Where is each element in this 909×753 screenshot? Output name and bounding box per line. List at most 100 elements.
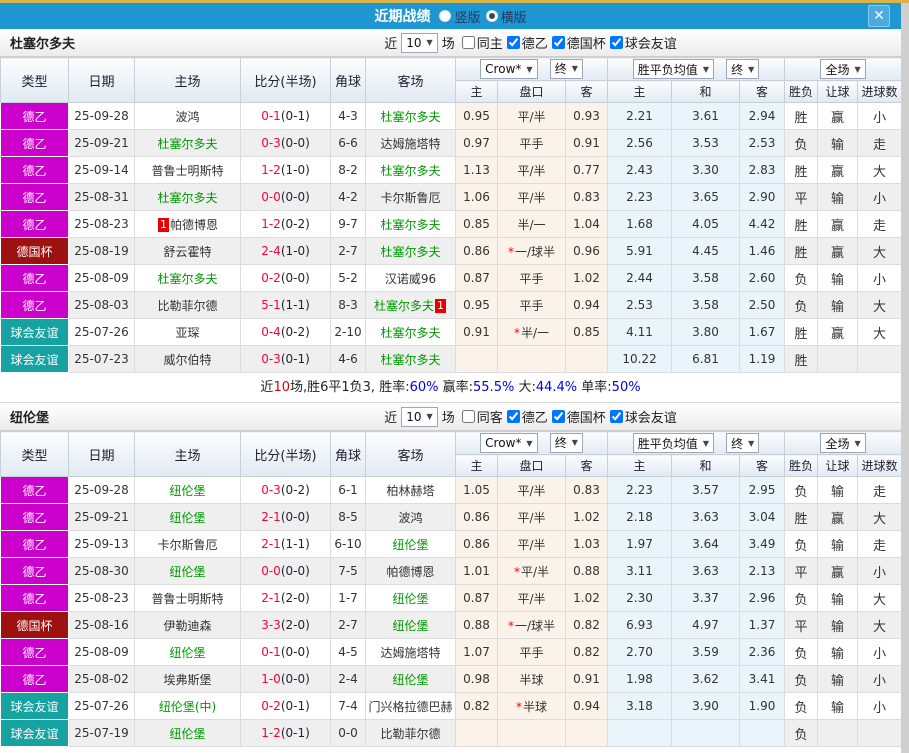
corner-cell: 4-3 [330,102,366,130]
home-odds: 0.86 [455,503,498,531]
avg-away-odds: 2.83 [739,156,786,184]
away-team-name: 杜塞尔多夫 [380,325,441,340]
close-icon[interactable]: ✕ [868,5,890,27]
summary-segment: 44.4% [535,380,578,395]
league-checkbox[interactable] [551,410,565,423]
away-odds: 0.91 [564,129,609,157]
avg-final-select[interactable]: 终 [726,59,760,79]
league-checkbox[interactable] [609,36,623,49]
handicap-cell: *一/球半 [497,611,566,639]
league-label: 球会友谊 [624,411,677,426]
home-odds: 0.88 [455,611,498,639]
away-team-cell: 杜塞尔多夫 [365,210,456,238]
result-cell: 负 [784,665,819,693]
odds-final-value: 终 [554,62,567,77]
same-venue-filter[interactable]: 同客 [461,407,503,426]
league-filter[interactable]: 球会友谊 [609,407,677,426]
fulltime-score: 5-1 [261,298,281,312]
score-cell: 0-2(0-1) [240,692,331,720]
avg-away-odds: 3.49 [739,530,786,558]
team-name-2: 纽伦堡 [10,411,50,426]
col-corner: 角球 [330,431,366,477]
league-checkbox[interactable] [609,410,623,423]
league-filter[interactable]: 德国杯 [551,407,606,426]
handicap-cell [497,345,566,373]
same-venue-filter[interactable]: 同主 [461,33,503,52]
avg-final-select[interactable]: 终 [726,433,760,453]
home-team-name: 纽伦堡 [169,483,206,498]
col-home: 主场 [134,57,241,103]
away-odds: 0.91 [564,665,609,693]
avg-home-odds: 1.98 [607,665,673,693]
home-odds: 1.05 [455,476,498,504]
col-away: 客场 [365,57,456,103]
league-checkbox[interactable] [551,36,565,49]
odds-final-select[interactable]: 终 [549,432,583,453]
avg-select[interactable]: 胜平负均值 [632,59,714,79]
league-filter[interactable]: 德乙 [506,33,548,52]
handicap-result-cell: 输 [817,129,859,157]
scrollbar-track[interactable] [901,3,909,753]
sub-col-result: 胜负 [784,80,819,103]
sub-col-avg-away: 客 [739,80,786,103]
handicap-cell: 平/半 [497,584,566,612]
league-checkbox[interactable] [506,36,520,49]
matches-table-2: 类型 日期 主场 比分(半场) 角球 客场 Crow* 终 胜平负均值 终 [0,431,903,747]
avg-home-odds: 10.22 [607,345,673,373]
score-cell: 1-2(1-0) [240,156,331,184]
fulltime-score: 0-1 [261,109,281,123]
away-team-name: 门兴格拉德巴赫 [368,699,453,714]
match-row: 德国杯 25-08-19 舒云霍特 2-4(1-0) 2-7 杜塞尔多夫 0.86 *一/球半… [0,237,903,265]
summary-segment: 50% [611,380,641,395]
odds-final-select[interactable]: 终 [549,58,583,79]
away-odds: 1.02 [564,584,609,612]
avg-select[interactable]: 胜平负均值 [632,433,714,453]
radio-horizontal-icon[interactable] [485,10,498,22]
team-section-header-2: 纽伦堡 近 10 场 同客 德乙 德国杯 球会友谊 [0,403,901,431]
sub-col-odds-home: 主 [455,454,498,477]
match-date: 25-09-28 [68,102,135,130]
avg-draw-odds: 3.53 [671,129,741,157]
halftime-score: (0-2) [280,217,310,231]
home-team-cell: 杜塞尔多夫 [134,129,241,157]
odds-company-select[interactable]: Crow* [480,59,538,80]
same-venue-checkbox[interactable] [461,410,475,423]
away-team-name: 杜塞尔多夫 [380,244,441,259]
away-odds: 0.94 [564,291,609,319]
fulltime-header-cell: 全场 [784,57,903,81]
radio-vertical-icon[interactable] [439,10,452,22]
fulltime-select[interactable]: 全场 [820,59,866,79]
odds-company-select[interactable]: Crow* [480,433,538,454]
fulltime-score: 3-3 [261,618,281,632]
league-label: 德国杯 [566,411,606,426]
avg-home-odds: 4.11 [607,318,673,346]
home-odds: 1.01 [455,557,498,585]
fulltime-select[interactable]: 全场 [820,433,866,453]
match-row: 德乙 25-08-31 杜塞尔多夫 0-0(0-0) 4-2 卡尔斯鲁厄 1.06 平/半 0.… [0,183,903,211]
goals-result-cell: 小 [857,102,903,130]
away-team-name: 杜塞尔多夫 [380,217,441,232]
avg-draw-odds: 3.59 [671,638,741,666]
match-type-badge: 德乙 [0,156,69,184]
avg-draw-odds: 6.81 [671,345,741,373]
corner-cell: 1-7 [330,584,366,612]
layout-horizontal-option[interactable]: 横版 [485,7,527,26]
handicap-result-cell: 赢 [817,156,859,184]
league-filter[interactable]: 球会友谊 [609,33,677,52]
league-filter[interactable]: 德国杯 [551,33,606,52]
away-team-name: 杜塞尔多夫 [380,163,441,178]
match-count-select[interactable]: 10 [401,406,438,427]
layout-vertical-option[interactable]: 竖版 [439,7,481,26]
same-venue-checkbox[interactable] [461,36,475,49]
star-mark: * [507,618,514,633]
halftime-score: (1-0) [280,163,310,177]
match-row: 德乙 25-08-30 纽伦堡 0-0(0-0) 7-5 帕德博恩 1.01 *平/半 0.88… [0,557,903,585]
record-summary: 近10场,胜6平1负3, 胜率:60% 赢率:55.5% 大:44.4% 单率:… [0,373,901,403]
match-count-select[interactable]: 10 [401,32,438,53]
score-cell: 0-3(0-2) [240,476,331,504]
league-checkbox[interactable] [506,410,520,423]
league-filter[interactable]: 德乙 [506,407,548,426]
handicap-result-cell: 输 [817,665,859,693]
titlebar-center: 近期战绩 竖版 横版 [0,6,901,26]
sub-col-odds-away: 客 [564,80,609,103]
